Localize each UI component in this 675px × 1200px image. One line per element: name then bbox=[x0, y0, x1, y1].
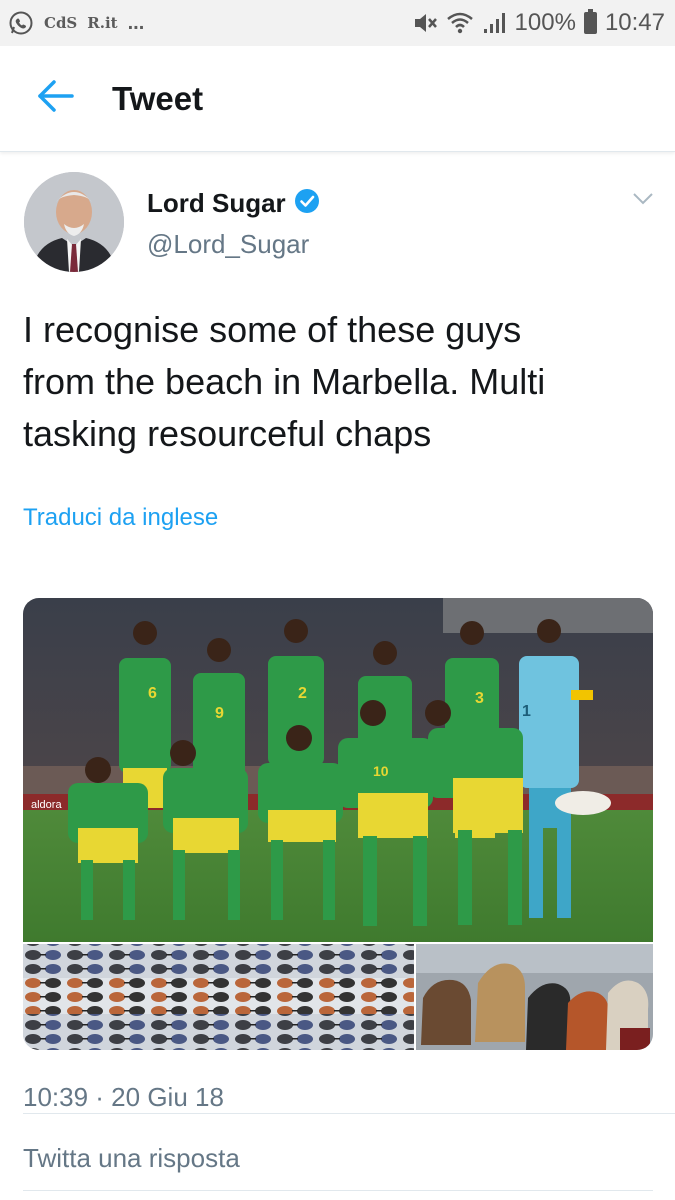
battery-percent: 100% bbox=[514, 9, 576, 36]
collage-gap-vertical bbox=[414, 943, 416, 1050]
whatsapp-icon bbox=[8, 10, 34, 36]
tweet-options-button[interactable] bbox=[628, 188, 658, 214]
media-collage: aldora 6 9 2 3 1 10 bbox=[23, 598, 653, 1050]
sunglasses-photo bbox=[23, 943, 415, 1050]
collage-gap-horizontal bbox=[23, 942, 653, 944]
author-name[interactable]: Lord Sugar bbox=[147, 188, 286, 219]
page-title: Tweet bbox=[112, 79, 204, 117]
jersey-number: 9 bbox=[215, 705, 224, 722]
jersey-number: 3 bbox=[475, 690, 484, 707]
divider bbox=[23, 1190, 653, 1191]
back-button[interactable] bbox=[0, 46, 112, 152]
signal-icon bbox=[481, 11, 507, 35]
app-header: Tweet bbox=[0, 46, 675, 152]
jersey-number: 6 bbox=[148, 685, 157, 702]
tweet-text: I recognise some of these guys from the … bbox=[23, 304, 653, 460]
status-time: 10:47 bbox=[604, 9, 665, 36]
arrow-left-icon bbox=[36, 79, 76, 118]
chevron-down-icon bbox=[632, 192, 654, 211]
wifi-icon bbox=[446, 11, 473, 35]
jersey-number: 10 bbox=[373, 763, 389, 779]
tweet-media[interactable]: aldora 6 9 2 3 1 10 bbox=[23, 598, 653, 1050]
status-notif-rit: R.it bbox=[87, 14, 118, 32]
jersey-number: 2 bbox=[298, 685, 307, 702]
author-name-row: Lord Sugar bbox=[147, 188, 320, 219]
status-bar-right: 100% 10:47 bbox=[413, 9, 665, 37]
status-bar-left: CdS R.it ... bbox=[8, 10, 144, 36]
status-notif-more: ... bbox=[127, 11, 145, 34]
tweet-timestamp: 10:39 · 20 Giu 18 bbox=[23, 1082, 224, 1112]
verified-badge-icon bbox=[294, 188, 320, 219]
handbags-photo bbox=[416, 943, 653, 1050]
team-photo: aldora 6 9 2 3 1 10 bbox=[23, 598, 653, 943]
status-bar: CdS R.it ... 100% 10:47 bbox=[0, 0, 675, 46]
jersey-number: 1 bbox=[522, 703, 531, 720]
tweet-text-line: tasking resourceful chaps bbox=[23, 413, 432, 454]
avatar[interactable] bbox=[24, 172, 124, 272]
reply-input[interactable]: Twitta una risposta bbox=[23, 1143, 240, 1174]
author-handle[interactable]: @Lord_Sugar bbox=[147, 229, 309, 260]
status-notif-cds: CdS bbox=[44, 14, 78, 32]
battery-icon bbox=[583, 9, 597, 34]
mute-icon bbox=[413, 11, 439, 35]
divider bbox=[23, 1113, 675, 1114]
tweet-text-line: from the beach in Marbella. Multi bbox=[23, 361, 546, 402]
translate-link[interactable]: Traduci da inglese bbox=[23, 504, 218, 532]
ad-board-text: aldora bbox=[31, 799, 62, 811]
tweet-text-line: I recognise some of these guys bbox=[23, 309, 522, 350]
